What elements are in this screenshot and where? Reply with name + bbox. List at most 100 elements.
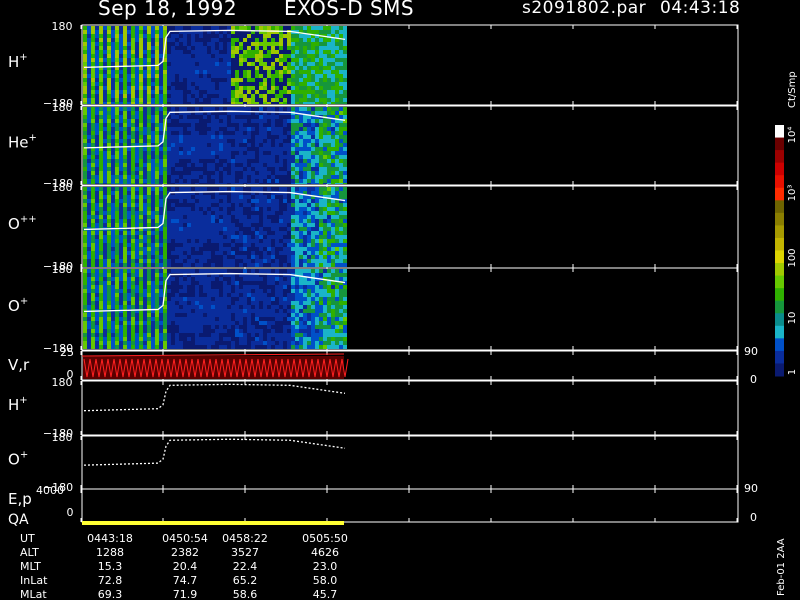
spectrogram-cell bbox=[283, 78, 287, 82]
spectrogram-cell bbox=[159, 215, 163, 219]
spectrogram-cell bbox=[91, 219, 95, 223]
spectrogram-cell bbox=[147, 74, 151, 78]
spectrogram-cell bbox=[223, 94, 227, 98]
spectrogram-cell bbox=[219, 50, 223, 54]
spectrogram-cell bbox=[327, 167, 331, 171]
spectrogram-cell bbox=[107, 119, 111, 123]
spectrogram-cell bbox=[135, 115, 139, 119]
spectrogram-cell bbox=[227, 223, 231, 227]
spectrogram-cell bbox=[111, 54, 115, 58]
spectrogram-cell bbox=[147, 139, 151, 143]
spectrogram-cell bbox=[287, 34, 291, 38]
spectrogram-cell bbox=[275, 247, 279, 251]
spectrogram-cell bbox=[227, 317, 231, 321]
spectrogram-cell bbox=[83, 243, 87, 247]
spectrogram-cell bbox=[175, 135, 179, 139]
spectrogram-cell bbox=[299, 215, 303, 219]
spectrogram-cell bbox=[243, 86, 247, 90]
spectrogram-cell bbox=[231, 163, 235, 167]
spectrogram-cell bbox=[115, 127, 119, 131]
spectrogram-cell bbox=[167, 301, 171, 305]
spectrogram-cell bbox=[339, 143, 343, 147]
spectrogram-cell bbox=[187, 263, 191, 267]
spectrogram-cell bbox=[343, 155, 347, 159]
spectrogram-cell bbox=[115, 231, 119, 235]
spectrogram-cell bbox=[119, 38, 123, 42]
spectrogram-cell bbox=[287, 207, 291, 211]
spectrogram-cell bbox=[123, 211, 127, 215]
spectrogram-cell bbox=[107, 277, 111, 281]
spectrogram-cell bbox=[303, 147, 307, 151]
spectrogram-cell bbox=[83, 273, 87, 277]
spectrogram-cell bbox=[187, 62, 191, 66]
spectrogram-cell bbox=[155, 345, 159, 349]
spectrogram-cell bbox=[307, 167, 311, 171]
spectrogram-cell bbox=[215, 123, 219, 127]
spectrogram-cell bbox=[151, 26, 155, 30]
spectrogram-cell bbox=[91, 259, 95, 263]
spectrogram-cell bbox=[235, 38, 239, 42]
spectrogram-cell bbox=[335, 147, 339, 151]
spectrogram-cell bbox=[107, 345, 111, 349]
spectrogram-cell bbox=[331, 251, 335, 255]
spectrogram-cell bbox=[139, 333, 143, 337]
spectrogram-cell bbox=[227, 54, 231, 58]
spectrogram-cell bbox=[275, 34, 279, 38]
spectrogram-cell bbox=[107, 207, 111, 211]
spectrogram-cell bbox=[107, 273, 111, 277]
spectrogram-cell bbox=[319, 215, 323, 219]
spectrogram-cell bbox=[135, 147, 139, 151]
spectrogram-cell bbox=[187, 317, 191, 321]
spectrogram-cell bbox=[127, 102, 131, 104]
spectrogram-cell bbox=[151, 167, 155, 171]
spectrogram-cell bbox=[263, 135, 267, 139]
spectrogram-cell bbox=[283, 66, 287, 70]
spectrogram-cell bbox=[187, 203, 191, 207]
spectrogram-cell bbox=[219, 277, 223, 281]
spectrogram-cell bbox=[203, 86, 207, 90]
spectrogram-cell bbox=[295, 243, 299, 247]
spectrogram-cell bbox=[227, 219, 231, 223]
spectrogram-cell bbox=[191, 211, 195, 215]
spectrogram-cell bbox=[243, 325, 247, 329]
spectrogram-cell bbox=[95, 259, 99, 263]
spectrogram-cell bbox=[179, 135, 183, 139]
spectrogram-cell bbox=[267, 90, 271, 94]
spectrogram-cell bbox=[191, 227, 195, 231]
spectrogram-cell bbox=[255, 38, 259, 42]
spectrogram-cell bbox=[87, 62, 91, 66]
spectrogram-cell bbox=[211, 301, 215, 305]
spectrogram-cell bbox=[127, 297, 131, 301]
spectrogram-cell bbox=[291, 175, 295, 179]
spectrogram-cell bbox=[199, 78, 203, 82]
spectrogram-cell bbox=[107, 82, 111, 86]
spectrogram-cell bbox=[139, 301, 143, 305]
spectrogram-cell bbox=[263, 62, 267, 66]
spectrogram-cell bbox=[199, 26, 203, 30]
spectrogram-cell bbox=[331, 74, 335, 78]
spectrogram-cell bbox=[263, 42, 267, 46]
spectrogram-cell bbox=[303, 255, 307, 259]
spectrogram-cell bbox=[143, 107, 147, 111]
spectrogram-cell bbox=[139, 195, 143, 199]
spectrogram-cell bbox=[227, 341, 231, 345]
spectrogram-cell bbox=[199, 247, 203, 251]
spectrogram-cell bbox=[99, 34, 103, 38]
spectrogram-cell bbox=[195, 301, 199, 305]
spectrogram-cell bbox=[195, 309, 199, 313]
spectrogram-cell bbox=[103, 30, 107, 34]
spectrogram-cell bbox=[215, 66, 219, 70]
spectrogram-cell bbox=[111, 90, 115, 94]
spectrogram-cell bbox=[147, 203, 151, 207]
spectrogram-cell bbox=[239, 293, 243, 297]
spectrogram-cell bbox=[335, 215, 339, 219]
spectrogram-cell bbox=[175, 151, 179, 155]
spectrogram-cell bbox=[315, 207, 319, 211]
spectrogram-cell bbox=[343, 163, 347, 167]
spectrogram-cell bbox=[235, 313, 239, 317]
spectrogram-cell bbox=[235, 139, 239, 143]
spectrogram-cell bbox=[87, 313, 91, 317]
spectrogram-cell bbox=[311, 70, 315, 74]
spectrogram-cell bbox=[279, 259, 283, 263]
spectrogram-cell bbox=[139, 42, 143, 46]
